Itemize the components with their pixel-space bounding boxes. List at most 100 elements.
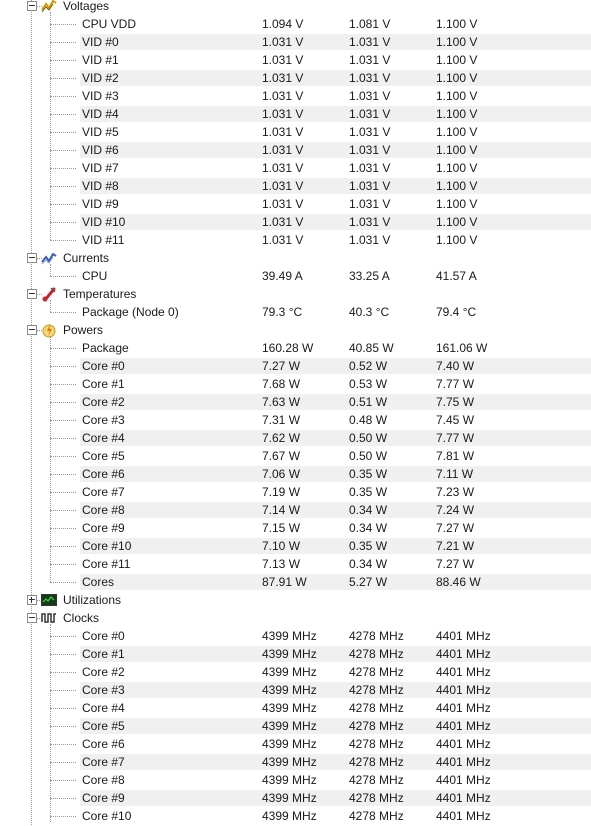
sensor-current-value: 4399 MHz	[262, 773, 317, 787]
group-currents[interactable]: Currents	[0, 249, 591, 267]
sensor-row[interactable]: Core #7 7.19 W 0.35 W 7.23 W	[0, 483, 591, 501]
sensor-name: VID #7	[82, 161, 119, 175]
sensor-row[interactable]: Core #3 4399 MHz 4278 MHz 4401 MHz	[0, 681, 591, 699]
sensor-current-value: 87.91 W	[262, 575, 307, 589]
collapse-currents-toggle[interactable]	[27, 253, 37, 263]
sensor-current-value: 79.3 °C	[262, 305, 303, 319]
sensor-row[interactable]: Core #6 4399 MHz 4278 MHz 4401 MHz	[0, 735, 591, 753]
tree-connector	[50, 474, 76, 475]
sensor-name: VID #9	[82, 197, 119, 211]
sensor-min-value: 1.081 V	[349, 17, 391, 31]
sensor-name: Core #1	[82, 377, 125, 391]
sensor-row[interactable]: Core #2 7.63 W 0.51 W 7.75 W	[0, 393, 591, 411]
sensor-row[interactable]: Package 160.28 W 40.85 W 161.06 W	[0, 339, 591, 357]
sensor-row[interactable]: Core #8 4399 MHz 4278 MHz 4401 MHz	[0, 771, 591, 789]
tree-branch-line	[50, 300, 51, 312]
sensor-min-value: 4278 MHz	[349, 809, 404, 823]
tree-connector	[50, 240, 76, 241]
sensor-row[interactable]: VID #2 1.031 V 1.031 V 1.100 V	[0, 69, 591, 87]
collapse-powers-toggle[interactable]	[27, 325, 37, 335]
sensor-row[interactable]: VID #5 1.031 V 1.031 V 1.100 V	[0, 123, 591, 141]
sensor-row[interactable]: Core #11 7.13 W 0.34 W 7.27 W	[0, 555, 591, 573]
sensor-row[interactable]: Core #0 7.27 W 0.52 W 7.40 W	[0, 357, 591, 375]
collapse-clocks-toggle[interactable]	[27, 613, 37, 623]
sensor-min-value: 1.031 V	[349, 179, 391, 193]
sensor-max-value: 7.75 W	[436, 395, 475, 409]
sensor-row[interactable]: VID #10 1.031 V 1.031 V 1.100 V	[0, 213, 591, 231]
group-voltages[interactable]: Voltages	[0, 0, 591, 15]
row-stripe	[80, 502, 591, 518]
sensor-row[interactable]: VID #9 1.031 V 1.031 V 1.100 V	[0, 195, 591, 213]
sensor-min-value: 0.34 W	[349, 557, 388, 571]
sensor-row[interactable]: Core #9 4399 MHz 4278 MHz 4401 MHz	[0, 789, 591, 807]
sensor-name: Core #2	[82, 395, 125, 409]
sensor-row[interactable]: VID #6 1.031 V 1.031 V 1.100 V	[0, 141, 591, 159]
sensor-row[interactable]: Core #1 7.68 W 0.53 W 7.77 W	[0, 375, 591, 393]
sensor-row[interactable]: Core #8 7.14 W 0.34 W 7.24 W	[0, 501, 591, 519]
sensor-max-value: 1.100 V	[436, 179, 478, 193]
sensor-max-value: 4401 MHz	[436, 629, 491, 643]
sensor-name: Core #4	[82, 431, 125, 445]
sensor-row[interactable]: Core #5 4399 MHz 4278 MHz 4401 MHz	[0, 717, 591, 735]
row-stripe	[80, 646, 591, 662]
sensor-row[interactable]: Core #3 7.31 W 0.48 W 7.45 W	[0, 411, 591, 429]
sensor-name: VID #4	[82, 107, 119, 121]
tree-connector	[50, 690, 76, 691]
sensor-name: Core #6	[82, 737, 125, 751]
sensor-row[interactable]: CPU 39.49 A 33.25 A 41.57 A	[0, 267, 591, 285]
group-clocks[interactable]: Clocks	[0, 609, 591, 627]
sensor-row[interactable]: VID #0 1.031 V 1.031 V 1.100 V	[0, 33, 591, 51]
sensor-current-value: 7.06 W	[262, 467, 301, 481]
sensor-row[interactable]: Core #4 7.62 W 0.50 W 7.77 W	[0, 429, 591, 447]
sensor-min-value: 0.48 W	[349, 413, 388, 427]
group-utilizations[interactable]: Utilizations	[0, 591, 591, 609]
tree-branch-line	[50, 624, 51, 822]
group-temperatures[interactable]: Temperatures	[0, 285, 591, 303]
sensor-row[interactable]: Package (Node 0) 79.3 °C 40.3 °C 79.4 °C	[0, 303, 591, 321]
sensor-row[interactable]: VID #11 1.031 V 1.031 V 1.100 V	[0, 231, 591, 249]
sensor-max-value: 4401 MHz	[436, 809, 491, 823]
sensor-row[interactable]: Core #0 4399 MHz 4278 MHz 4401 MHz	[0, 627, 591, 645]
sensor-row[interactable]: CPU VDD 1.094 V 1.081 V 1.100 V	[0, 15, 591, 33]
row-stripe	[80, 790, 591, 806]
sensor-current-value: 7.63 W	[262, 395, 301, 409]
sensor-min-value: 1.031 V	[349, 233, 391, 247]
collapse-temperatures-toggle[interactable]	[27, 289, 37, 299]
sensor-max-value: 1.100 V	[436, 17, 478, 31]
sensor-name: Package (Node 0)	[82, 305, 179, 319]
sensor-row[interactable]: Core #4 4399 MHz 4278 MHz 4401 MHz	[0, 699, 591, 717]
sensor-min-value: 1.031 V	[349, 89, 391, 103]
sensor-max-value: 7.21 W	[436, 539, 475, 553]
sensor-row[interactable]: Core #10 4399 MHz 4278 MHz 4401 MHz	[0, 807, 591, 825]
sensor-current-value: 1.031 V	[262, 197, 304, 211]
sensor-max-value: 1.100 V	[436, 161, 478, 175]
sensor-row[interactable]: Core #7 4399 MHz 4278 MHz 4401 MHz	[0, 753, 591, 771]
collapse-voltages-toggle[interactable]	[27, 1, 37, 11]
sensor-max-value: 1.100 V	[436, 107, 478, 121]
sensor-row[interactable]: VID #4 1.031 V 1.031 V 1.100 V	[0, 105, 591, 123]
voltage-icon	[41, 0, 57, 14]
tree-connector	[50, 816, 76, 817]
sensor-max-value: 4401 MHz	[436, 719, 491, 733]
tree-connector	[50, 546, 76, 547]
sensor-row[interactable]: Core #5 7.67 W 0.50 W 7.81 W	[0, 447, 591, 465]
sensor-row[interactable]: Core #1 4399 MHz 4278 MHz 4401 MHz	[0, 645, 591, 663]
sensor-row[interactable]: VID #7 1.031 V 1.031 V 1.100 V	[0, 159, 591, 177]
expand-utilizations-toggle[interactable]	[27, 595, 37, 605]
sensor-current-value: 1.031 V	[262, 143, 304, 157]
power-icon	[41, 322, 57, 338]
sensor-row[interactable]: Core #9 7.15 W 0.34 W 7.27 W	[0, 519, 591, 537]
sensor-min-value: 0.35 W	[349, 539, 388, 553]
sensor-row[interactable]: Cores 87.91 W 5.27 W 88.46 W	[0, 573, 591, 591]
sensor-row[interactable]: Core #2 4399 MHz 4278 MHz 4401 MHz	[0, 663, 591, 681]
tree-connector	[50, 384, 76, 385]
group-powers[interactable]: Powers	[0, 321, 591, 339]
tree-connector	[50, 42, 76, 43]
sensor-row[interactable]: Core #10 7.10 W 0.35 W 7.21 W	[0, 537, 591, 555]
sensor-row[interactable]: VID #8 1.031 V 1.031 V 1.100 V	[0, 177, 591, 195]
sensor-row[interactable]: VID #3 1.031 V 1.031 V 1.100 V	[0, 87, 591, 105]
sensor-row[interactable]: VID #1 1.031 V 1.031 V 1.100 V	[0, 51, 591, 69]
sensor-row[interactable]: Core #6 7.06 W 0.35 W 7.11 W	[0, 465, 591, 483]
tree-connector	[50, 312, 76, 313]
row-stripe	[80, 466, 591, 482]
